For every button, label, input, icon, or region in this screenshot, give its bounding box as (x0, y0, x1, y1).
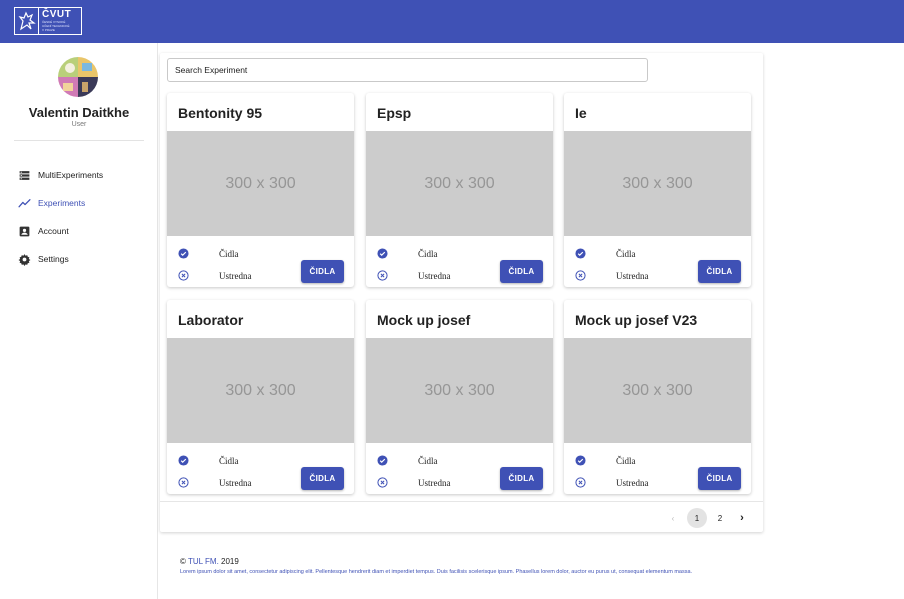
pagination-divider (160, 501, 763, 502)
experiment-title: Bentonity 95 (178, 105, 263, 121)
trending-icon (18, 198, 31, 207)
experiment-title: Mock up josef V23 (575, 312, 698, 328)
experiment-card[interactable]: Epsp 300 x 300 Čidla Ustredna ČIDLA (366, 93, 553, 287)
experiments-panel: Bentonity 95 300 x 300 Čidla Ustredna ČI… (160, 53, 763, 532)
sidebar: Valentin Daitkhe User MultiExperiments E… (0, 43, 158, 599)
prev-page-button[interactable]: ‹ (665, 508, 681, 528)
sidebar-nav: MultiExperiments Experiments Account Set… (0, 161, 158, 273)
status-row-cidla: Čidla (178, 455, 239, 466)
copyright: © TUL FM. 2019 (180, 557, 692, 566)
status-row-ustredna: Ustredna (575, 477, 649, 488)
footer-brand-link[interactable]: TUL FM. (188, 557, 219, 566)
cancel-circle-icon (178, 270, 189, 281)
status-row-ustredna: Ustredna (178, 477, 252, 488)
cidla-button[interactable]: ČIDLA (301, 467, 344, 490)
sidebar-item-label: Experiments (38, 198, 86, 208)
row-label: Ustredna (418, 477, 451, 488)
experiment-card[interactable]: Laborator 300 x 300 Čidla Ustredna ČIDLA (167, 300, 354, 494)
cidla-button[interactable]: ČIDLA (301, 260, 344, 283)
status-row-cidla: Čidla (377, 455, 438, 466)
avatar[interactable] (58, 57, 98, 97)
image-placeholder: 300 x 300 (167, 131, 354, 236)
lion-emblem-icon (15, 8, 39, 34)
sidebar-item-experiments[interactable]: Experiments (0, 189, 158, 217)
page-2-button[interactable]: 2 (710, 508, 730, 528)
experiment-card[interactable]: Bentonity 95 300 x 300 Čidla Ustredna ČI… (167, 93, 354, 287)
status-row-cidla: Čidla (377, 248, 438, 259)
sidebar-item-account[interactable]: Account (0, 217, 158, 245)
check-circle-icon (377, 455, 388, 466)
sidebar-divider (14, 140, 144, 141)
status-row-cidla: Čidla (575, 248, 636, 259)
image-placeholder: 300 x 300 (564, 338, 751, 443)
check-circle-icon (575, 248, 586, 259)
row-label: Čidla (219, 248, 239, 259)
cvut-logo[interactable]: ČVUT ČESKÉ VYSOKÉ UČENÍ TECHNICKÉ V PRAZ… (14, 7, 82, 35)
footer-year: 2019 (221, 557, 239, 566)
sidebar-item-label: Settings (38, 254, 69, 264)
experiment-title: Ie (575, 105, 587, 121)
row-label: Čidla (616, 455, 636, 466)
sidebar-item-multiexperiments[interactable]: MultiExperiments (0, 161, 158, 189)
experiment-title: Mock up josef (377, 312, 471, 328)
image-placeholder: 300 x 300 (366, 338, 553, 443)
row-label: Ustredna (219, 270, 252, 281)
cidla-button[interactable]: ČIDLA (500, 467, 543, 490)
status-row-ustredna: Ustredna (377, 477, 451, 488)
cidla-button[interactable]: ČIDLA (500, 260, 543, 283)
row-label: Čidla (616, 248, 636, 259)
cancel-circle-icon (178, 477, 189, 488)
cidla-button[interactable]: ČIDLA (698, 467, 741, 490)
status-row-ustredna: Ustredna (377, 270, 451, 281)
next-page-button[interactable]: › (734, 508, 750, 528)
row-label: Čidla (418, 248, 438, 259)
user-name: Valentin Daitkhe (28, 105, 130, 120)
cancel-circle-icon (377, 477, 388, 488)
sidebar-item-settings[interactable]: Settings (0, 245, 158, 273)
experiment-card[interactable]: Ie 300 x 300 Čidla Ustredna ČIDLA (564, 93, 751, 287)
account-box-icon (19, 226, 30, 236)
status-row-ustredna: Ustredna (178, 270, 252, 281)
list-icon (19, 170, 30, 180)
cidla-button[interactable]: ČIDLA (698, 260, 741, 283)
gear-icon (18, 253, 31, 266)
row-label: Ustredna (616, 477, 649, 488)
row-label: Čidla (219, 455, 239, 466)
footer: © TUL FM. 2019 Lorem ipsum dolor sit ame… (180, 557, 692, 575)
footer-description: Lorem ipsum dolor sit amet, consectetur … (180, 569, 693, 575)
status-row-cidla: Čidla (575, 455, 636, 466)
copyright-symbol: © (180, 557, 186, 566)
image-placeholder: 300 x 300 (167, 338, 354, 443)
logo-title: ČVUT (42, 9, 72, 20)
check-circle-icon (377, 248, 388, 259)
logo-subtext-3: V PRAZE (42, 28, 55, 32)
status-row-ustredna: Ustredna (575, 270, 649, 281)
user-role: User (71, 121, 87, 128)
experiment-card[interactable]: Mock up josef 300 x 300 Čidla Ustredna Č… (366, 300, 553, 494)
experiment-card[interactable]: Mock up josef V23 300 x 300 Čidla Ustred… (564, 300, 751, 494)
row-label: Ustredna (418, 270, 451, 281)
check-circle-icon (178, 455, 189, 466)
cancel-circle-icon (575, 270, 586, 281)
image-placeholder: 300 x 300 (366, 131, 553, 236)
check-circle-icon (575, 455, 586, 466)
top-app-bar: ČVUT ČESKÉ VYSOKÉ UČENÍ TECHNICKÉ V PRAZ… (0, 0, 904, 43)
sidebar-item-label: MultiExperiments (38, 170, 104, 180)
sidebar-item-label: Account (38, 226, 69, 236)
experiment-title: Laborator (178, 312, 244, 328)
cancel-circle-icon (575, 477, 586, 488)
page-1-button[interactable]: 1 (687, 508, 707, 528)
image-placeholder: 300 x 300 (564, 131, 751, 236)
row-label: Ustredna (219, 477, 252, 488)
cancel-circle-icon (377, 270, 388, 281)
status-row-cidla: Čidla (178, 248, 239, 259)
check-circle-icon (178, 248, 189, 259)
row-label: Čidla (418, 455, 438, 466)
row-label: Ustredna (616, 270, 649, 281)
experiment-title: Epsp (377, 105, 412, 121)
search-input[interactable] (167, 58, 648, 82)
